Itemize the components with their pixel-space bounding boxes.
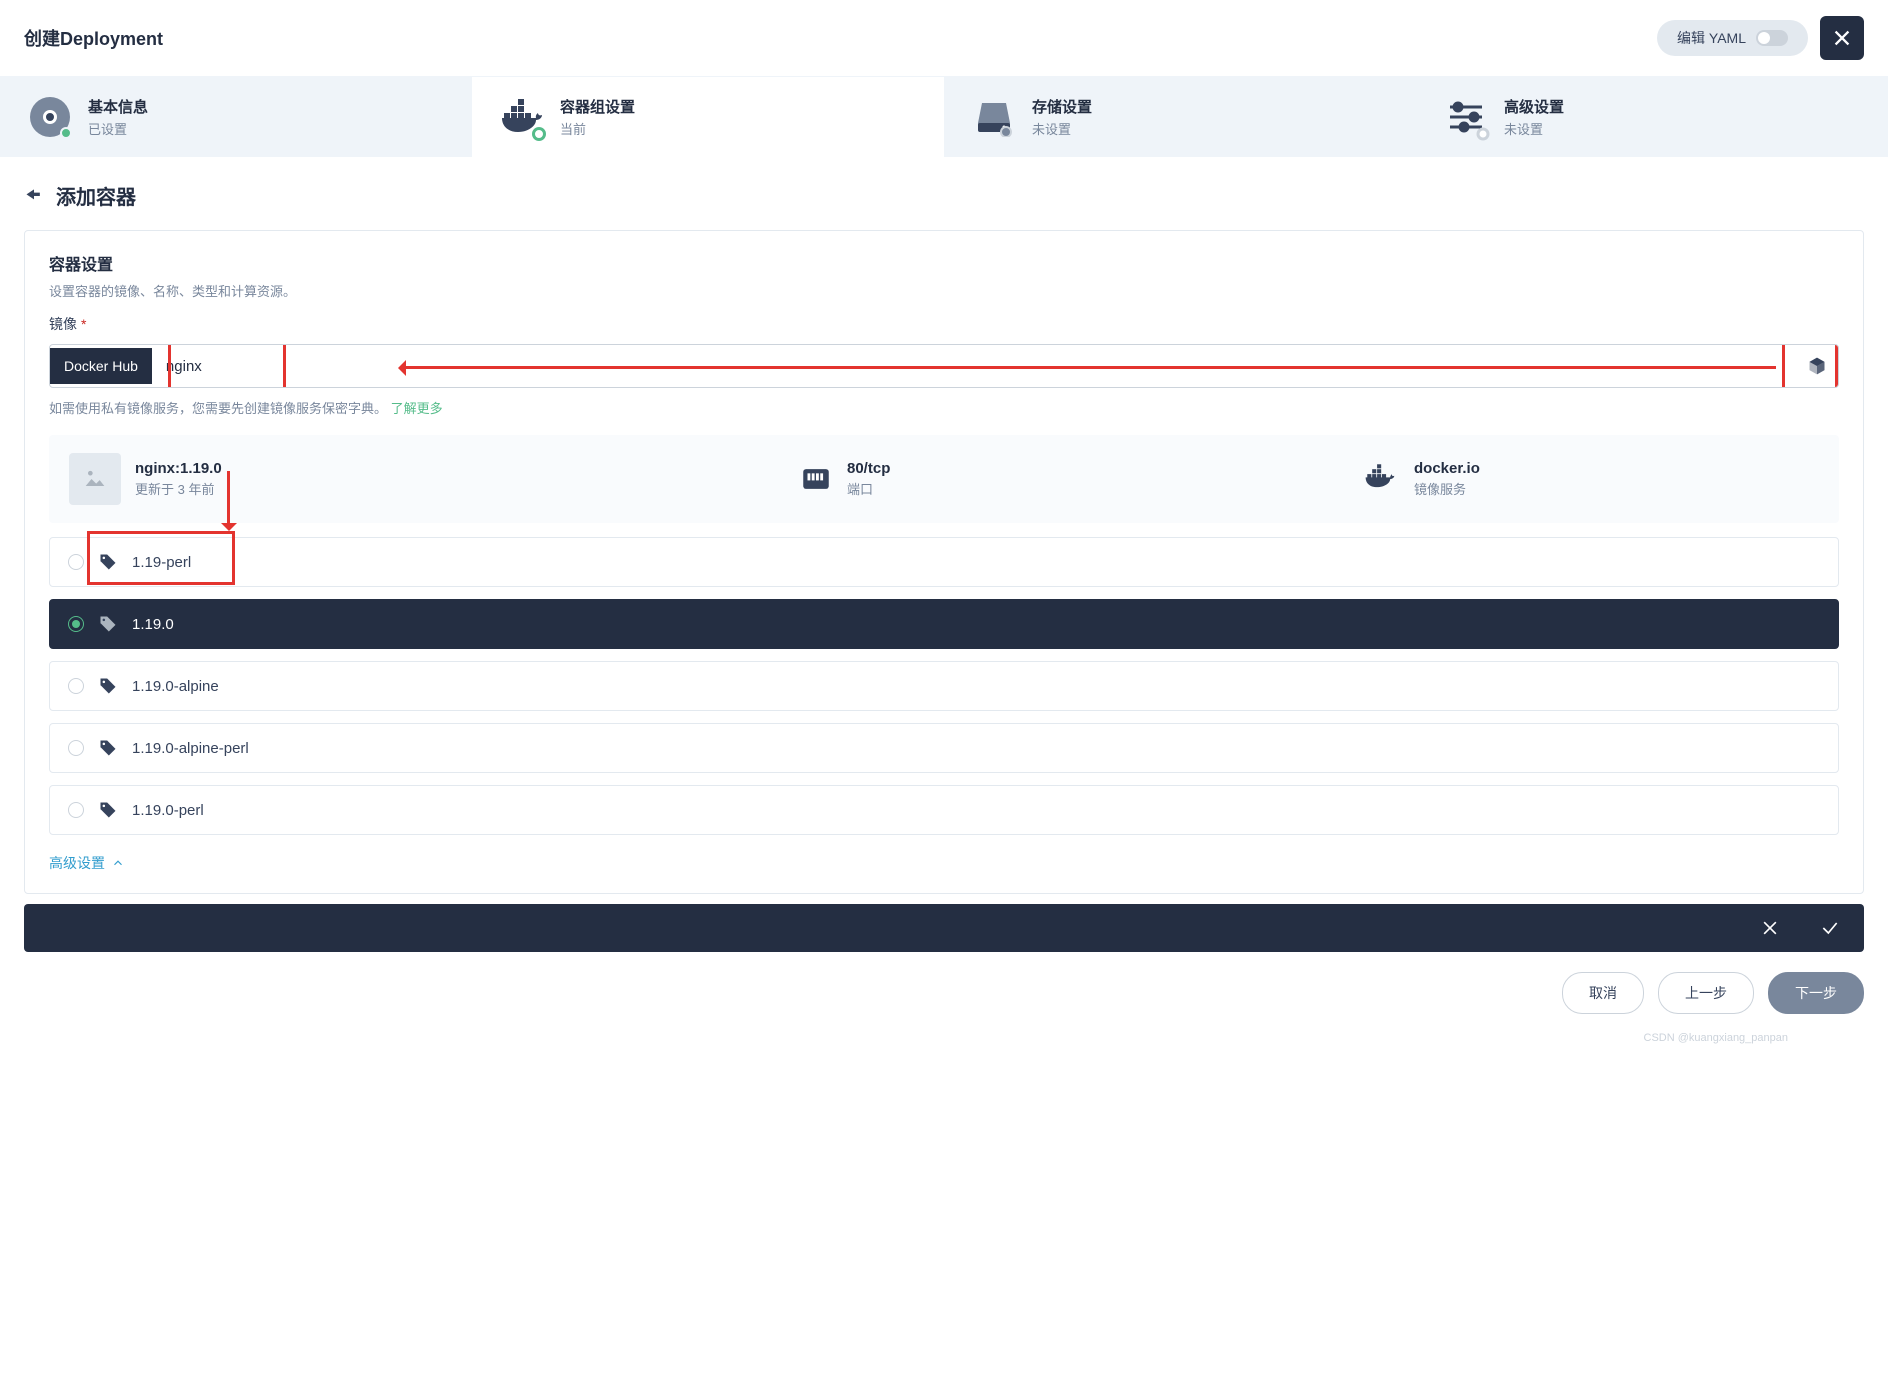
action-bar: [24, 904, 1864, 952]
step-status: 未设置: [1032, 119, 1092, 138]
registry-label: 镜像服务: [1414, 479, 1480, 498]
edit-yaml-label: 编辑 YAML: [1677, 28, 1746, 48]
learn-more-link[interactable]: 了解更多: [391, 401, 443, 416]
tag-list: 1.19-perl 1.19.0 1.19.0-alpine 1.19.0-al…: [49, 537, 1839, 835]
unset-ring-icon: [1476, 127, 1490, 141]
image-picker-button[interactable]: [1796, 345, 1838, 387]
step-title: 容器组设置: [560, 96, 635, 117]
tag-label: 1.19.0: [132, 616, 174, 633]
tag-icon: [98, 614, 118, 634]
step-status: 当前: [560, 119, 635, 138]
tag-icon: [98, 676, 118, 696]
advanced-settings-link[interactable]: 高级设置: [49, 853, 1839, 873]
tag-icon: [98, 738, 118, 758]
footer: 取消 上一步 下一步 CSDN @kuangxiang_panpan: [0, 952, 1888, 1034]
edit-yaml-button[interactable]: 编辑 YAML: [1657, 20, 1808, 56]
step-title: 高级设置: [1504, 96, 1564, 117]
step-status: 未设置: [1504, 119, 1564, 138]
tag-option[interactable]: 1.19.0-alpine: [49, 661, 1839, 711]
image-label: 镜像*: [49, 314, 1839, 334]
radio-icon: [68, 802, 84, 818]
registry-value: docker.io: [1414, 460, 1480, 477]
port-label: 端口: [847, 479, 890, 498]
image-updated: 更新于 3 年前: [135, 479, 222, 498]
page-title: 创建Deployment: [24, 25, 163, 51]
step-storage-settings[interactable]: 存储设置 未设置: [944, 77, 1416, 157]
radio-icon: [68, 740, 84, 756]
step-title: 存储设置: [1032, 96, 1092, 117]
image-info-panel: nginx:1.19.0 更新于 3 年前 80/tcp 端口 docker.i…: [49, 435, 1839, 523]
port-value: 80/tcp: [847, 460, 890, 477]
current-ring-icon: [532, 127, 546, 141]
close-icon: [1831, 27, 1853, 49]
tag-option[interactable]: 1.19.0-alpine-perl: [49, 723, 1839, 773]
image-name: nginx:1.19.0: [135, 460, 222, 477]
storage-icon: [974, 97, 1014, 137]
tag-label: 1.19.0-perl: [132, 802, 204, 819]
tag-icon: [98, 800, 118, 820]
image-input-row: Docker Hub: [49, 344, 1839, 388]
annotation-arrow: [227, 471, 230, 529]
hint-text: 如需使用私有镜像服务，您需要先创建镜像服务保密字典。 了解更多: [49, 398, 1839, 417]
tag-option[interactable]: 1.19-perl: [49, 537, 1839, 587]
radio-icon: [68, 678, 84, 694]
radio-icon: [68, 554, 84, 570]
tag-label: 1.19-perl: [132, 554, 191, 571]
card-title: 容器设置: [49, 251, 1839, 275]
tag-option[interactable]: 1.19.0-perl: [49, 785, 1839, 835]
dismiss-icon[interactable]: [1760, 918, 1780, 938]
back-arrow-icon[interactable]: [24, 186, 44, 206]
confirm-icon[interactable]: [1820, 918, 1840, 938]
watermark-text: CSDN @kuangxiang_panpan: [1644, 1032, 1788, 1044]
image-thumb-icon: [69, 453, 121, 505]
cube-icon: [1807, 356, 1827, 376]
registry-badge[interactable]: Docker Hub: [50, 348, 152, 384]
step-title: 基本信息: [88, 96, 148, 117]
close-button[interactable]: [1820, 16, 1864, 60]
step-nav: 基本信息 已设置 容器组设置 当前 存储设置 未设置 高级设置 未设置: [0, 77, 1888, 157]
step-container-settings[interactable]: 容器组设置 当前: [472, 77, 944, 157]
tag-icon: [98, 552, 118, 572]
container-card: 容器设置 设置容器的镜像、名称、类型和计算资源。 镜像* Docker Hub …: [24, 230, 1864, 894]
radio-icon: [68, 616, 84, 632]
prev-button[interactable]: 上一步: [1658, 972, 1754, 1014]
registry-icon: [1364, 464, 1400, 494]
yaml-toggle[interactable]: [1756, 30, 1788, 46]
chevron-up-icon: [111, 856, 125, 870]
section-header: 添加容器: [0, 157, 1888, 222]
step-basic-info[interactable]: 基本信息 已设置: [0, 77, 472, 157]
card-desc: 设置容器的镜像、名称、类型和计算资源。: [49, 281, 1839, 300]
tag-label: 1.19.0-alpine: [132, 678, 219, 695]
step-status: 已设置: [88, 119, 148, 138]
page-header: 创建Deployment 编辑 YAML: [0, 0, 1888, 77]
step-advanced-settings[interactable]: 高级设置 未设置: [1416, 77, 1888, 157]
tag-label: 1.19.0-alpine-perl: [132, 740, 249, 757]
annotation-arrow: [400, 366, 1776, 369]
next-button[interactable]: 下一步: [1768, 972, 1864, 1014]
cancel-button[interactable]: 取消: [1562, 972, 1644, 1014]
port-icon: [799, 462, 833, 496]
tag-option[interactable]: 1.19.0: [49, 599, 1839, 649]
done-dot-icon: [60, 127, 72, 139]
section-title: 添加容器: [56, 181, 136, 210]
